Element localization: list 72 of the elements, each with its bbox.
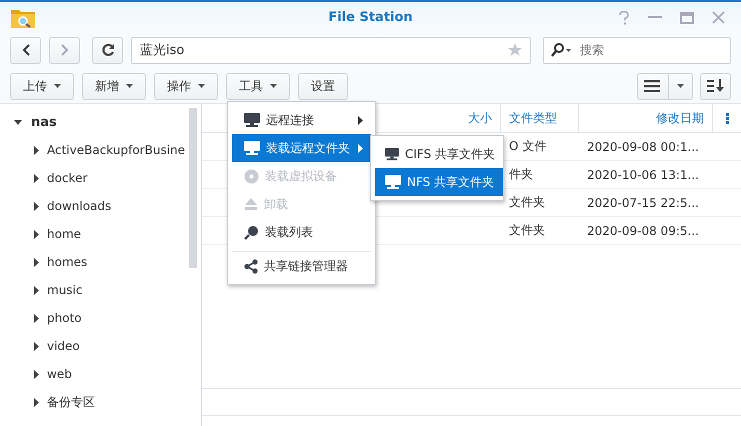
tree-item[interactable]: nas [0, 108, 201, 136]
expand-arrow-icon[interactable] [32, 286, 40, 294]
path-field[interactable]: 蓝光iso [131, 36, 531, 64]
table-cell: O 文件 [509, 139, 546, 153]
scrollbar[interactable] [189, 108, 197, 268]
tree-item[interactable]: homes [0, 248, 201, 276]
view-mode-button[interactable] [637, 72, 693, 100]
table-cell: 文件夹 [509, 195, 545, 209]
back-icon [22, 44, 30, 56]
column-header[interactable]: 文件类型 [501, 104, 579, 132]
submenu-arrow-icon [358, 116, 363, 124]
toolbar-button[interactable]: 工具 [226, 72, 290, 100]
menu-item[interactable]: 共享链接管理器 [232, 251, 371, 280]
disc-icon [244, 168, 259, 184]
tree-item[interactable]: video [0, 332, 201, 360]
monitor-icon [385, 174, 401, 190]
menu-item[interactable]: 装载远程文件夹 [232, 134, 371, 162]
star-icon[interactable] [508, 43, 522, 57]
refresh-icon [100, 43, 114, 57]
toolbar-button[interactable]: 上传 [10, 72, 74, 100]
expand-arrow-icon[interactable] [32, 258, 40, 266]
column-header[interactable]: 修改日期 [579, 104, 713, 132]
tree-item[interactable]: downloads [0, 192, 201, 220]
forward-icon [60, 44, 68, 56]
expand-arrow-icon[interactable] [14, 118, 22, 126]
expand-arrow-icon[interactable] [32, 370, 40, 378]
monitor-icon [244, 112, 260, 128]
submenu-arrow-icon [358, 144, 363, 152]
caret-icon [270, 84, 277, 88]
search-icon[interactable] [551, 42, 573, 56]
sort-button[interactable] [700, 72, 731, 100]
tree-item[interactable]: photo [0, 304, 201, 332]
toolbar-button[interactable]: 操作 [154, 72, 218, 100]
table-cell: 件夹 [509, 167, 533, 181]
expand-arrow-icon[interactable] [32, 146, 40, 154]
tree-item[interactable]: music [0, 276, 201, 304]
caret-icon [677, 84, 684, 88]
share-icon [244, 258, 258, 274]
table-cell: 2020-09-08 09:5... [587, 224, 699, 238]
toolbar-button[interactable]: 新增 [82, 72, 146, 100]
table-cell: 2020-10-06 13:1... [587, 168, 699, 182]
menu-item[interactable]: 装载列表 [232, 218, 371, 246]
expand-arrow-icon[interactable] [32, 230, 40, 238]
tree-item[interactable]: ActiveBackupforBusine [0, 136, 201, 164]
more-icon[interactable] [726, 112, 728, 124]
menu-item[interactable]: CIFS 共享文件夹 [375, 140, 503, 168]
monitor-icon [385, 146, 399, 162]
toolbar-button[interactable]: 设置 [298, 72, 348, 100]
menu-item[interactable]: NFS 共享文件夹 [375, 168, 503, 196]
tree-item[interactable]: 备份专区 [0, 388, 201, 416]
refresh-button[interactable] [92, 36, 123, 64]
monitor-icon [244, 140, 260, 156]
caret-icon [54, 84, 61, 88]
table-cell: 文件夹 [509, 223, 545, 237]
expand-arrow-icon[interactable] [32, 398, 40, 406]
expand-arrow-icon[interactable] [32, 202, 40, 210]
sort-icon [706, 79, 724, 93]
table-cell: 2020-07-15 22:5... [587, 196, 699, 210]
search-field[interactable]: 搜索 [543, 36, 731, 64]
window-title: File Station [327, 10, 414, 25]
expand-arrow-icon[interactable] [32, 174, 40, 182]
caret-icon [198, 84, 205, 88]
tree-item[interactable]: home [0, 220, 201, 248]
tree-item[interactable]: web [0, 360, 201, 388]
tree-item[interactable]: docker [0, 164, 201, 192]
expand-arrow-icon[interactable] [32, 342, 40, 350]
eject-icon [244, 197, 258, 211]
caret-icon [126, 84, 133, 88]
expand-arrow-icon[interactable] [32, 314, 40, 322]
table-cell: 2020-09-08 00:1... [587, 140, 699, 154]
list-icon [644, 80, 660, 92]
back-button[interactable] [10, 36, 41, 64]
